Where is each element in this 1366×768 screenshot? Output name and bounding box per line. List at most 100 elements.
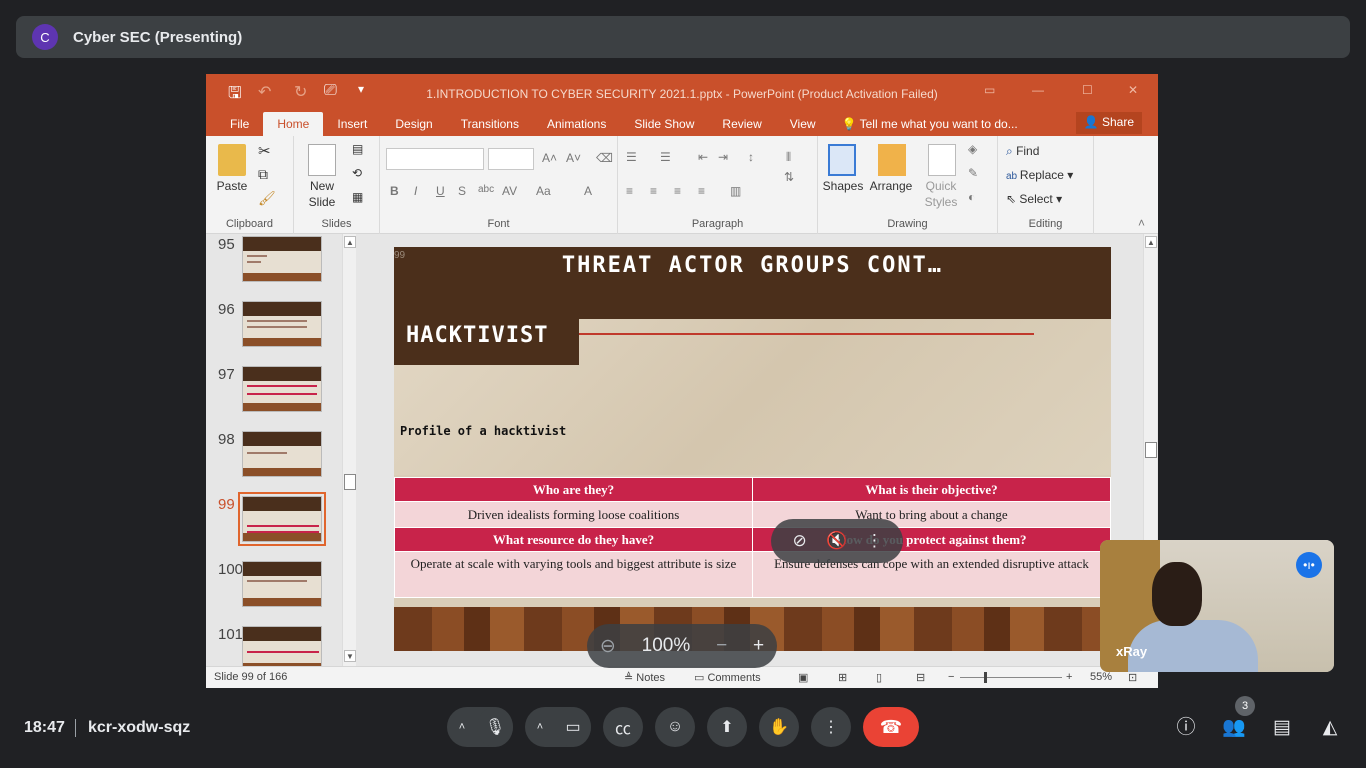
reset-icon: ⟲: [352, 166, 363, 180]
more-options-icon[interactable]: ⋮: [862, 531, 886, 551]
microphone-icon[interactable]: 🎙: [477, 707, 513, 747]
align-center-icon: ≡: [650, 184, 658, 198]
thumbnail-scrollbar: ▲ ▼: [342, 234, 356, 666]
comments-button: ▭ Comments: [694, 672, 761, 684]
captions-icon[interactable]: ㏄: [603, 707, 643, 747]
participant-shirt: [1128, 620, 1258, 672]
italic-icon: I: [414, 184, 418, 198]
activities-icon[interactable]: ◭: [1318, 716, 1342, 740]
present-screen-icon[interactable]: ⬆: [707, 707, 747, 747]
thumbnail-item: 100: [206, 561, 336, 621]
sorter-view-icon: ⊞: [838, 672, 848, 684]
mute-presentation-icon[interactable]: 🔇: [825, 531, 849, 551]
thumbnail-image: [242, 431, 322, 477]
ribbon: Paste ✂ ⧉ 🖌 Clipboard New Slide ▤ ⟲ ▦ Sl…: [206, 136, 1158, 234]
screen-zoom-control[interactable]: ⊖ 100% − +: [587, 624, 777, 668]
zoom-out-icon[interactable]: ⊖: [600, 635, 616, 658]
table-header: What resource do they have?: [394, 527, 753, 552]
zoom-decrease-icon[interactable]: −: [716, 635, 727, 657]
thumbnail-number: 100: [218, 561, 244, 578]
find-icon: ⌕: [1006, 144, 1017, 158]
thumbnail-number: 101: [218, 626, 244, 643]
reading-view-icon: ▯: [876, 672, 883, 684]
spacing-icon: AV: [502, 184, 518, 198]
person-icon: 👤: [1083, 115, 1102, 129]
tell-me-box: 💡 Tell me what you want to do...: [841, 117, 1018, 131]
change-case-icon: Aa: [536, 184, 551, 198]
tab-file: File: [230, 117, 250, 131]
strikethrough-icon: abc: [478, 184, 495, 195]
collapse-ribbon-icon: ˄: [1138, 216, 1146, 230]
camera-icon[interactable]: ▭: [555, 707, 591, 747]
shapes-label: Shapes: [822, 179, 864, 193]
presenting-bar: C Cyber SEC (Presenting): [16, 16, 1350, 58]
thumbnail-image: [242, 236, 322, 282]
chat-icon[interactable]: ▤: [1270, 716, 1294, 740]
fit-slide-icon: ⊡: [1128, 672, 1138, 684]
shared-screen: 🖫 ↶ ↻ ⎚ ▾ 1.INTRODUCTION TO CYBER SECURI…: [206, 74, 1158, 688]
thumbnail-image-active: [238, 492, 326, 546]
leave-call-icon[interactable]: ☎: [863, 707, 919, 747]
unpin-icon[interactable]: ⊘: [788, 531, 812, 551]
shrink-font-icon: A˅: [566, 151, 582, 165]
status-bar: Slide 99 of 166 ≜ Notes ▭ Comments ▣ ⊞ ▯…: [206, 666, 1158, 688]
scroll-down-icon: ▼: [344, 650, 356, 662]
thumbnail-image: [242, 561, 322, 607]
camera-options-chevron-icon[interactable]: ˄: [525, 721, 555, 733]
paragraph-label: Paragraph: [691, 218, 744, 230]
scroll-up-icon: ▲: [344, 236, 356, 248]
profile-text: Profile of a hacktivist: [400, 424, 567, 438]
document-title: 1.INTRODUCTION TO CYBER SECURITY 2021.1.…: [426, 87, 938, 101]
raise-hand-icon[interactable]: ✋: [759, 707, 799, 747]
close-icon: ✕: [1128, 83, 1139, 97]
self-video-tile[interactable]: xRay •ı•: [1100, 540, 1334, 672]
thumbnail-item: 97: [206, 366, 336, 426]
table-cell: Operate at scale with varying tools and …: [394, 551, 753, 598]
tab-insert: Insert: [337, 117, 368, 131]
slideshow-view-icon: ⊟: [916, 672, 926, 684]
shadow-icon: S: [458, 184, 467, 198]
thumbnail-item: 96: [206, 301, 336, 361]
share-button: 👤 Share: [1075, 112, 1142, 134]
zoom-slider: [960, 677, 1062, 678]
clipboard-group: Paste ✂ ⧉ 🖌 Clipboard: [206, 136, 294, 234]
mic-options-chevron-icon[interactable]: ˄: [447, 721, 477, 733]
slide-subtitle: HACKTIVIST: [406, 323, 549, 348]
replace-icon: ab: [1006, 171, 1020, 182]
columns-icon: ⫴: [786, 150, 792, 164]
column-split-icon: ▥: [730, 184, 742, 198]
zoom-level: 55%: [1090, 671, 1113, 683]
layout-icon: ▤: [352, 142, 364, 156]
decrease-indent-icon: ⇤: [698, 150, 709, 164]
section-icon: ▦: [352, 190, 364, 204]
format-painter-icon: 🖌: [258, 190, 276, 206]
thumbnail-image: [242, 301, 322, 347]
meeting-details-icon[interactable]: ⓘ: [1174, 716, 1198, 740]
new-slide-icon: [308, 144, 336, 176]
replace-button: ab Replace ▾: [1006, 168, 1074, 182]
participant-count-badge: 3: [1235, 696, 1255, 716]
hacktivist-table: Who are they? What is their objective? D…: [394, 477, 1111, 598]
thumbnail-number: 95: [218, 236, 235, 253]
quick-styles-label-2: Styles: [924, 195, 958, 209]
presentation-controls[interactable]: ⊘ 🔇 ⋮: [771, 519, 903, 563]
more-options-icon[interactable]: ⋮: [811, 707, 851, 747]
align-left-icon: ≡: [626, 184, 634, 198]
emoji-icon[interactable]: ☺: [655, 707, 695, 747]
presenter-name: Cyber SEC (Presenting): [73, 28, 243, 46]
presenter-avatar: C: [32, 24, 58, 50]
maximize-icon: ☐: [1082, 83, 1093, 97]
numbering-icon: ☰: [660, 150, 671, 164]
minimize-icon: —: [1032, 83, 1044, 97]
copy-icon: ⧉: [258, 166, 268, 182]
shape-effects-icon: ◐: [968, 190, 976, 204]
new-slide-label-2: Slide: [308, 195, 336, 209]
bold-icon: B: [390, 184, 399, 198]
scroll-up-icon: ▲: [1145, 236, 1157, 248]
zoom-increase-icon[interactable]: +: [753, 635, 764, 657]
zoom-out-icon: −: [948, 671, 955, 683]
screen-zoom-value: 100%: [641, 635, 691, 656]
people-icon[interactable]: 👥: [1222, 716, 1246, 740]
camera-control-group: ˄ ▭: [525, 707, 591, 747]
slide-title: THREAT ACTOR GROUPS CONT…: [561, 253, 944, 278]
